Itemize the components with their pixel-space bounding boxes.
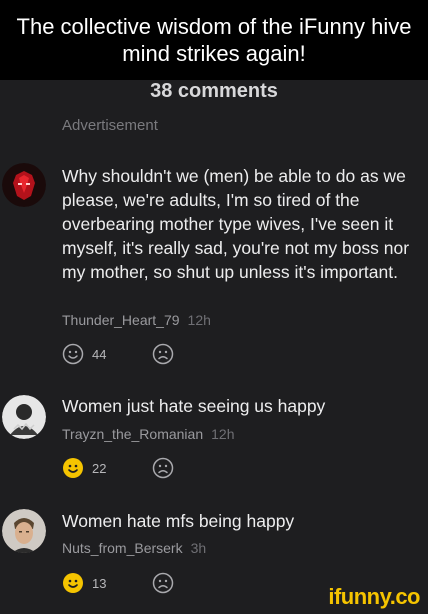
smile-icon[interactable] <box>62 457 84 479</box>
avatar[interactable] <box>2 395 46 439</box>
comment-username[interactable]: Trayzn_the_Romanian <box>62 426 203 442</box>
comment-time: 12h <box>211 426 235 442</box>
ifunny-watermark: ifunny.co <box>328 584 420 609</box>
avatar[interactable] <box>2 163 46 207</box>
avatar[interactable] <box>2 509 46 553</box>
comment-time: 12h <box>187 312 211 328</box>
comment-text: Women hate mfs being happy <box>62 511 295 531</box>
user-avatar-icon <box>2 509 46 553</box>
smile-count: 13 <box>92 575 107 591</box>
transformer-logo-icon <box>2 163 46 207</box>
smile-count: 44 <box>92 346 107 362</box>
meme-caption: The collective wisdom of the iFunny hive… <box>0 0 428 80</box>
comment-username[interactable]: Thunder_Heart_79 <box>62 312 180 328</box>
comments-count-header: 38 comments <box>150 80 278 102</box>
comment-username[interactable]: Nuts_from_Berserk <box>62 540 183 556</box>
unsmile-icon[interactable] <box>152 457 174 479</box>
smile-icon[interactable] <box>62 343 84 365</box>
unsmile-icon[interactable] <box>152 572 174 594</box>
comment-text: Why shouldn't we (men) be able to do as … <box>62 166 410 282</box>
smile-icon[interactable] <box>62 572 84 594</box>
comment-time: 3h <box>190 540 207 556</box>
advertisement-label: Advertisement <box>62 117 158 134</box>
comment-text: Women just hate seeing us happy <box>62 396 326 416</box>
smile-count: 22 <box>92 460 107 476</box>
unsmile-icon[interactable] <box>152 343 174 365</box>
user-avatar-icon <box>2 395 46 439</box>
